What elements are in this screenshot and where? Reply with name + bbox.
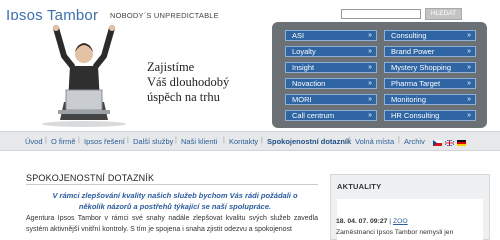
service-button-mystery-shopping[interactable]: Mystery Shopping » [384, 62, 476, 73]
service-label: Consulting [391, 31, 427, 40]
arrow-right-icon: » [368, 80, 372, 87]
service-button-loyalty[interactable]: Loyalty » [285, 46, 377, 57]
service-label: Mystery Shopping [391, 63, 452, 72]
arrow-right-icon: » [368, 48, 372, 55]
services-panel: ASI» Loyalty» Insight» Novaction» MORI» … [272, 22, 487, 128]
nav-item-dalsi-sluzby[interactable]: Další služby [133, 137, 173, 146]
service-label: Novaction [292, 79, 326, 88]
arrow-right-icon: » [467, 32, 471, 39]
nav-separator: | [45, 137, 47, 144]
arrow-right-icon: » [467, 48, 471, 55]
nav-item-uvod[interactable]: Úvod [25, 137, 43, 146]
service-button-insight[interactable]: Insight » [285, 62, 377, 73]
hero-slogan: Zajistíme Váš dlouhodobý úspěch na trhu [147, 60, 229, 105]
nav-item-ipsos-reseni[interactable]: Ipsos řešení [84, 137, 125, 146]
arrow-right-icon: » [368, 96, 372, 103]
uk-flag-icon[interactable] [445, 140, 454, 146]
arrow-right-icon: » [368, 64, 372, 71]
nav-item-nasi-klienti[interactable]: Naši klienti [181, 137, 217, 146]
nav-separator: | [261, 137, 263, 144]
search-button[interactable]: HLEDAT [425, 8, 462, 20]
service-label: ASI [292, 31, 305, 40]
service-button-monitoring[interactable]: Monitoring » [384, 94, 476, 105]
search-input[interactable] [341, 9, 421, 19]
service-label: Call centrum [292, 111, 335, 120]
service-button-mori[interactable]: MORI » [285, 94, 377, 105]
arrow-right-icon: » [368, 112, 372, 119]
nav-separator: | [127, 137, 129, 144]
service-label: Insight [292, 63, 315, 72]
arrow-right-icon: » [467, 96, 471, 103]
arrow-right-icon: » [467, 80, 471, 87]
slogan-line-1: Zajistíme [147, 60, 195, 74]
czech-flag-icon[interactable] [433, 140, 442, 146]
service-label: Monitoring [391, 95, 427, 104]
service-label: Pharma Target [391, 79, 441, 88]
news-title: AKTUALITY [337, 182, 382, 191]
service-button-novaction[interactable]: Novaction » [285, 78, 377, 89]
arrow-right-icon: » [467, 64, 471, 71]
nav-separator: | [398, 137, 400, 144]
german-flag-icon[interactable] [457, 140, 466, 146]
slogan-line-3: úspěch na trhu [147, 90, 220, 104]
nav-separator: | [175, 137, 177, 144]
news-date: 18. 04. 07. 09:27 [336, 218, 388, 225]
news-text: Zaměstnanci Ipsos Tambor nemysli jen [336, 229, 454, 236]
service-button-brand-power[interactable]: Brand Power » [384, 46, 476, 57]
arrow-right-icon: » [368, 32, 372, 39]
news-date-line: 18. 04. 07. 09:27 | ZOO [336, 218, 408, 225]
news-separator: | [389, 218, 392, 225]
main-navigation: Úvod | O firmě | Ipsos řešení | Další sl… [0, 131, 500, 151]
body-text: Agentura Ipsos Tambor v rámci své snahy … [26, 215, 318, 233]
nav-item-spokojenostni-dotaznik[interactable]: Spokojenostní dotazník [267, 137, 351, 146]
nav-item-archiv[interactable]: Archiv [404, 137, 425, 146]
service-button-consulting[interactable]: Consulting » [384, 30, 476, 41]
nav-item-kontakty[interactable]: Kontakty [229, 137, 258, 146]
nav-separator: | [349, 137, 351, 144]
lead-text: V rámci zlepšování kvality našich služeb… [52, 191, 298, 211]
nav-separator: | [78, 137, 80, 144]
service-button-call-centrum[interactable]: Call centrum » [285, 110, 377, 121]
page-title: SPOKOJENOSTNÍ DOTAZNÍK [26, 173, 155, 183]
person-with-laptop-illustration [42, 25, 126, 127]
service-button-hr-consulting[interactable]: HR Consulting » [384, 110, 476, 121]
nav-separator: | [223, 137, 225, 144]
service-button-asi[interactable]: ASI » [285, 30, 377, 41]
nav-item-volna-mista[interactable]: Volná místa [355, 137, 394, 146]
slogan-line-2: Váš dlouhodobý [147, 75, 230, 89]
service-label: HR Consulting [391, 111, 440, 120]
service-button-pharma-target[interactable]: Pharma Target » [384, 78, 476, 89]
title-divider [26, 184, 318, 185]
tagline: NOBODY´S UNPREDICTABLE [110, 11, 219, 20]
service-label: Loyalty [292, 47, 316, 56]
service-label: MORI [292, 95, 312, 104]
service-label: Brand Power [391, 47, 435, 56]
arrow-right-icon: » [467, 112, 471, 119]
news-link-zoo[interactable]: ZOO [393, 218, 408, 225]
nav-item-o-firme[interactable]: O firmě [51, 137, 76, 146]
